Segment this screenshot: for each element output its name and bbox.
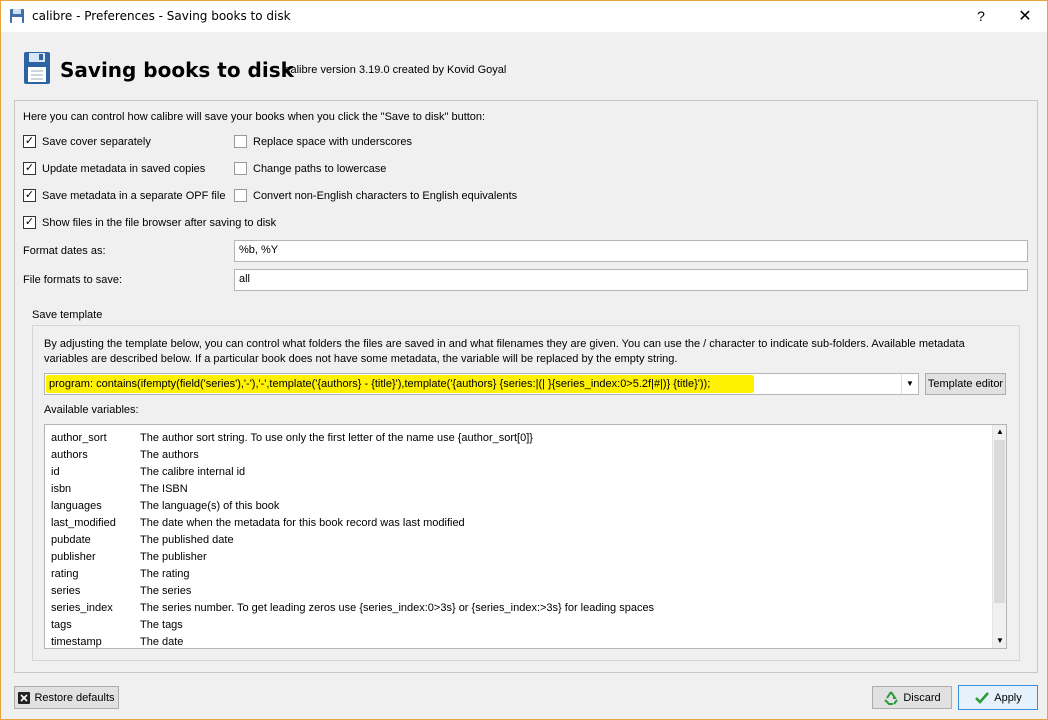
variable-name: authors bbox=[51, 449, 88, 461]
format-dates-input[interactable]: %b, %Y bbox=[234, 240, 1028, 262]
close-icon[interactable]: ✕ bbox=[1007, 1, 1043, 32]
variable-name: author_sort bbox=[51, 432, 107, 444]
variable-desc: The author sort string. To use only the … bbox=[140, 432, 533, 444]
checkbox-label: Show files in the file browser after sav… bbox=[42, 216, 277, 229]
scroll-up-icon[interactable]: ▲ bbox=[993, 425, 1006, 439]
variable-desc: The tags bbox=[140, 619, 183, 631]
button-label: Template editor bbox=[927, 378, 1004, 390]
save-opf-checkbox[interactable]: ✓ Save metadata in a separate OPF file bbox=[23, 189, 225, 202]
template-editor-button[interactable]: Template editor bbox=[925, 373, 1006, 395]
checkbox-label: Save metadata in a separate OPF file bbox=[42, 189, 226, 202]
window-title: calibre - Preferences - Saving books to … bbox=[32, 9, 291, 23]
list-item: series The series bbox=[51, 585, 191, 602]
list-item: authors The authors bbox=[51, 449, 199, 466]
intro-text: Here you can control how calibre will sa… bbox=[23, 111, 486, 123]
checkmark-icon: ✓ bbox=[23, 162, 36, 175]
version-text: calibre version 3.19.0 created by Kovid … bbox=[285, 64, 507, 76]
floppy-disk-icon bbox=[10, 9, 24, 23]
variable-desc: The series bbox=[140, 585, 192, 597]
vertical-scrollbar[interactable]: ▲ ▼ bbox=[992, 425, 1006, 648]
button-label: Restore defaults bbox=[34, 691, 115, 704]
help-icon[interactable]: ? bbox=[969, 1, 993, 32]
checkbox-label: Update metadata in saved copies bbox=[42, 162, 206, 175]
variable-name: timestamp bbox=[51, 636, 102, 648]
variable-desc: The publisher bbox=[140, 551, 207, 563]
checkbox-box bbox=[234, 162, 247, 175]
checkmark-icon: ✓ bbox=[23, 216, 36, 229]
checkbox-label: Convert non-English characters to Englis… bbox=[253, 189, 518, 202]
save-template-legend: Save template bbox=[32, 309, 103, 321]
format-dates-label: Format dates as: bbox=[23, 245, 106, 257]
list-item: isbn The ISBN bbox=[51, 483, 188, 500]
page-title: Saving books to disk bbox=[60, 58, 294, 82]
scroll-thumb[interactable] bbox=[994, 440, 1005, 603]
button-label: Discard bbox=[903, 691, 941, 704]
list-item: rating The rating bbox=[51, 568, 190, 585]
restore-icon bbox=[18, 691, 31, 704]
update-metadata-checkbox[interactable]: ✓ Update metadata in saved copies bbox=[23, 162, 205, 175]
variable-desc: The language(s) of this book bbox=[140, 500, 280, 512]
variable-name: languages bbox=[51, 500, 102, 512]
variable-name: id bbox=[51, 466, 60, 478]
title-bar: calibre - Preferences - Saving books to … bbox=[1, 1, 1047, 32]
checkbox-box bbox=[234, 189, 247, 202]
variable-name: last_modified bbox=[51, 517, 116, 529]
recycle-icon bbox=[884, 690, 899, 705]
list-item: publisher The publisher bbox=[51, 551, 207, 568]
variable-desc: The rating bbox=[140, 568, 190, 580]
template-value: program: contains(ifempty(field('series'… bbox=[49, 378, 711, 390]
list-item: id The calibre internal id bbox=[51, 466, 245, 483]
list-item: tags The tags bbox=[51, 619, 183, 636]
variable-name: publisher bbox=[51, 551, 96, 563]
apply-button[interactable]: Apply bbox=[958, 685, 1038, 710]
variable-desc: The ISBN bbox=[140, 483, 188, 495]
variable-desc: The date when the metadata for this book… bbox=[140, 517, 465, 529]
variable-name: rating bbox=[51, 568, 79, 580]
discard-button[interactable]: Discard bbox=[872, 686, 952, 709]
checkbox-label: Save cover separately bbox=[42, 135, 151, 148]
variable-desc: The date bbox=[140, 636, 184, 648]
variable-name: pubdate bbox=[51, 534, 91, 546]
chevron-down-icon[interactable]: ▼ bbox=[901, 374, 918, 394]
checkmark-icon: ✓ bbox=[23, 135, 36, 148]
variables-list[interactable]: author_sort The author sort string. To us… bbox=[44, 424, 1007, 649]
list-item: last_modified The date when the metadata … bbox=[51, 517, 465, 534]
lowercase-checkbox[interactable]: Change paths to lowercase bbox=[234, 162, 386, 175]
list-item: series_index The series number. To get le… bbox=[51, 602, 654, 619]
replace-space-checkbox[interactable]: Replace space with underscores bbox=[234, 135, 412, 148]
variable-name: series_index bbox=[51, 602, 113, 614]
checkbox-label: Replace space with underscores bbox=[253, 135, 412, 148]
checkbox-box bbox=[234, 135, 247, 148]
variable-name: series bbox=[51, 585, 81, 597]
template-combobox[interactable]: program: contains(ifempty(field('series'… bbox=[44, 373, 919, 395]
variable-desc: The series number. To get leading zeros … bbox=[140, 602, 655, 614]
floppy-disk-icon bbox=[24, 52, 50, 84]
variable-desc: The authors bbox=[140, 449, 199, 461]
checkmark-icon: ✓ bbox=[23, 189, 36, 202]
file-formats-label: File formats to save: bbox=[23, 274, 123, 286]
show-files-checkbox[interactable]: ✓ Show files in the file browser after s… bbox=[23, 216, 276, 229]
ascii-checkbox[interactable]: Convert non-English characters to Englis… bbox=[234, 189, 517, 202]
list-item: pubdate The published date bbox=[51, 534, 234, 551]
checkmark-icon bbox=[975, 691, 990, 704]
button-label: Apply bbox=[994, 691, 1022, 704]
variable-desc: The calibre internal id bbox=[140, 466, 246, 478]
save-cover-checkbox[interactable]: ✓ Save cover separately bbox=[23, 135, 151, 148]
file-formats-input[interactable]: all bbox=[234, 269, 1028, 291]
list-item: timestamp The date bbox=[51, 636, 184, 648]
scroll-down-icon[interactable]: ▼ bbox=[993, 634, 1006, 648]
list-item: languages The language(s) of this book bbox=[51, 500, 279, 517]
restore-defaults-button[interactable]: Restore defaults bbox=[14, 686, 119, 709]
variable-name: isbn bbox=[51, 483, 72, 495]
preferences-window: calibre - Preferences - Saving books to … bbox=[0, 0, 1048, 720]
save-template-description: By adjusting the template below, you can… bbox=[44, 338, 965, 365]
checkbox-label: Change paths to lowercase bbox=[253, 162, 387, 175]
available-variables-label: Available variables: bbox=[44, 404, 139, 416]
variable-name: tags bbox=[51, 619, 72, 631]
list-item: author_sort The author sort string. To us… bbox=[51, 432, 533, 449]
variable-desc: The published date bbox=[140, 534, 234, 546]
